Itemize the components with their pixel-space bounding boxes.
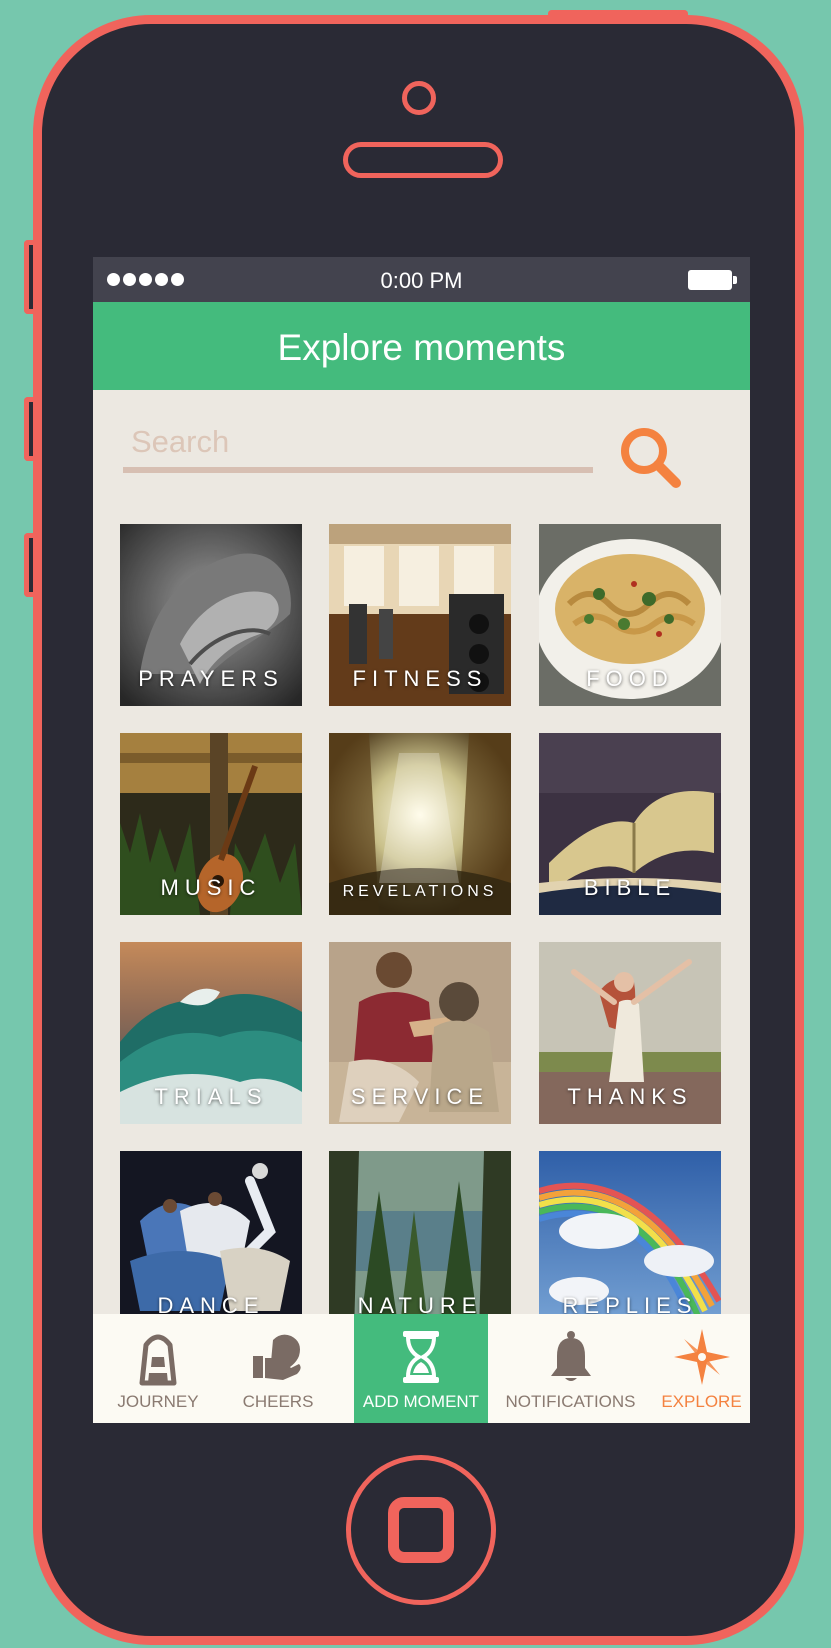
tab-add-moment[interactable]: ADD MOMENT <box>354 1314 488 1423</box>
category-tile-fitness[interactable]: FITNESS <box>329 524 511 706</box>
category-label: TRIALS <box>154 1084 268 1109</box>
heart-hand-icon <box>253 1334 301 1380</box>
tab-label: JOURNEY <box>117 1392 199 1411</box>
tab-journey[interactable]: JOURNEY <box>93 1314 223 1423</box>
home-button[interactable] <box>346 1455 496 1605</box>
front-camera <box>402 81 436 115</box>
category-tile-service[interactable]: SERVICE <box>329 942 511 1124</box>
category-label: SERVICE <box>350 1084 490 1109</box>
app-header: Explore moments <box>93 302 750 390</box>
category-label: FITNESS <box>352 666 488 691</box>
tab-notifications[interactable]: NOTIFICATIONS <box>488 1314 653 1423</box>
category-tile-dance[interactable]: DANCE <box>120 1151 302 1333</box>
battery-icon <box>688 270 737 290</box>
tab-cheers[interactable]: CHEERS <box>223 1314 333 1423</box>
status-bar: 0:00 PM <box>93 257 750 302</box>
page-title: Explore moments <box>277 327 566 368</box>
search-icon <box>621 428 681 488</box>
tab-label: EXPLORE <box>661 1392 742 1411</box>
search-button[interactable] <box>618 425 684 491</box>
status-time: 0:00 PM <box>380 268 463 293</box>
earpiece-speaker <box>343 142 503 178</box>
hourglass-icon <box>403 1331 439 1383</box>
category-tile-revelations[interactable]: REVELATIONS <box>329 733 511 915</box>
category-label: REVELATIONS <box>342 883 498 900</box>
category-label: PRAYERS <box>138 666 284 691</box>
compass-star-icon <box>673 1329 730 1385</box>
search-bar <box>123 417 593 477</box>
category-tile-nature[interactable]: NATURE <box>329 1151 511 1333</box>
lighthouse-icon <box>139 1334 177 1386</box>
category-tile-music[interactable]: MUSIC <box>120 733 302 915</box>
app-screen: 0:00 PM Explore moments PR <box>93 257 750 1423</box>
bell-icon <box>550 1331 591 1381</box>
category-tile-thanks[interactable]: THANKS <box>539 942 721 1124</box>
category-label: BIBLE <box>583 875 677 900</box>
tab-label: NOTIFICATIONS <box>505 1392 636 1411</box>
canvas: 0:00 PM Explore moments PR <box>0 0 831 1648</box>
category-tile-replies[interactable]: REPLIES <box>539 1151 721 1333</box>
category-label: MUSIC <box>160 875 262 900</box>
tab-label: CHEERS <box>242 1392 314 1411</box>
category-tile-trials[interactable]: TRIALS <box>120 942 302 1124</box>
tab-explore[interactable]: EXPLORE <box>653 1314 750 1423</box>
tab-label: ADD MOMENT <box>362 1392 480 1411</box>
category-tile-prayers[interactable]: PRAYERS <box>120 524 302 706</box>
category-tile-bible[interactable]: BIBLE <box>539 733 721 915</box>
category-label: FOOD <box>586 666 674 691</box>
search-input[interactable] <box>123 417 593 473</box>
home-button-square <box>388 1497 454 1563</box>
bottom-tab-bar: JOURNEY CHEERS ADD MOMENT NOTIFICATIONS … <box>93 1314 750 1423</box>
category-label: THANKS <box>567 1084 693 1109</box>
category-tile-food[interactable]: FOOD <box>539 524 721 706</box>
